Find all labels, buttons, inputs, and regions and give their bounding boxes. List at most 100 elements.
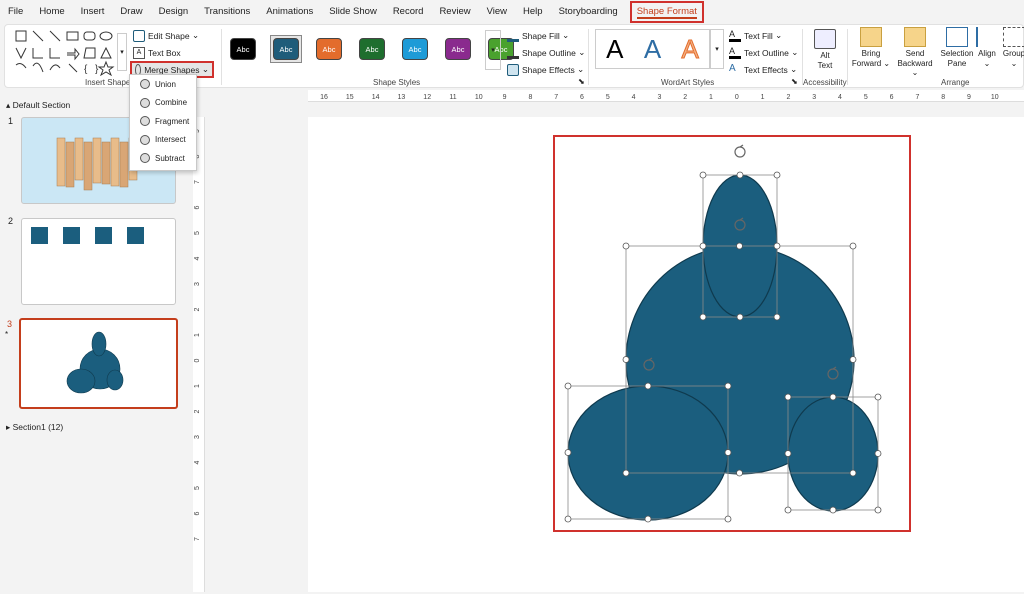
edit-shape-button[interactable]: Edit Shape ⌄ — [133, 27, 214, 44]
shape-style-2[interactable]: Abc — [270, 35, 302, 63]
resize-handle[interactable] — [784, 450, 792, 457]
resize-handle[interactable] — [564, 382, 572, 390]
menu-storyboarding[interactable]: Storyboarding — [551, 0, 626, 24]
left-ellipse[interactable] — [567, 385, 729, 521]
rotate-handle-top[interactable] — [734, 144, 746, 158]
resize-handle[interactable] — [644, 382, 652, 390]
shape-style-5[interactable]: Abc — [399, 35, 431, 63]
shape-style-1[interactable]: Abc — [227, 35, 259, 63]
shape-style-4[interactable]: Abc — [356, 35, 388, 63]
svg-text:}: } — [95, 64, 99, 75]
text-outline-button[interactable]: A Text Outline ⌄ — [729, 44, 798, 61]
menu-draw[interactable]: Draw — [112, 0, 150, 24]
resize-handle[interactable] — [829, 506, 837, 514]
ruler-tick: 15 — [346, 94, 354, 101]
resize-handle[interactable] — [622, 356, 630, 363]
resize-handle[interactable] — [564, 515, 572, 523]
shape-styles-launcher[interactable]: ⬊ — [578, 77, 585, 86]
resize-handle[interactable] — [699, 313, 707, 321]
bring-forward-button[interactable]: Bring Forward ⌄ — [851, 27, 891, 68]
wordart-launcher[interactable]: ⬊ — [791, 77, 798, 86]
resize-handle[interactable] — [736, 469, 743, 477]
wordart-black[interactable]: A — [606, 34, 623, 65]
shape-outline-button[interactable]: Shape Outline ⌄ — [507, 44, 585, 61]
shape-fill-button[interactable]: Shape Fill ⌄ — [507, 27, 585, 44]
text-effects-button[interactable]: A Text Effects ⌄ — [729, 61, 798, 78]
send-backward-button[interactable]: Send Backward ⌄ — [893, 27, 937, 78]
resize-handle[interactable] — [773, 171, 781, 179]
styles-more-button[interactable]: ▾ — [485, 30, 501, 70]
resize-handle[interactable] — [736, 313, 744, 321]
menu-slide-show[interactable]: Slide Show — [321, 0, 385, 24]
right-ellipse[interactable] — [787, 396, 879, 512]
menu-record[interactable]: Record — [385, 0, 432, 24]
slide-thumbnail-2[interactable] — [21, 218, 176, 305]
ruler-tick: 11 — [449, 94, 456, 101]
wordart-gallery[interactable]: A A A — [595, 29, 710, 69]
wordart-blue[interactable]: A — [644, 34, 661, 65]
resize-handle[interactable] — [829, 393, 837, 401]
resize-handle[interactable] — [699, 242, 707, 250]
shapes-gallery[interactable]: {} — [13, 28, 123, 77]
resize-handle[interactable] — [784, 506, 792, 514]
resize-handle[interactable] — [784, 393, 792, 401]
gallery-more-button[interactable]: ▾ — [117, 33, 127, 71]
menu-transitions[interactable]: Transitions — [196, 0, 258, 24]
menu-insert[interactable]: Insert — [73, 0, 113, 24]
wordart-orange[interactable]: A — [681, 33, 699, 65]
resize-handle[interactable] — [874, 506, 882, 514]
resize-handle[interactable] — [874, 393, 882, 401]
alt-text-button[interactable]: Alt Text — [811, 29, 839, 70]
default-section[interactable]: ▴ Default Section — [6, 100, 70, 111]
section1[interactable]: ▸ Section1 (12) — [6, 422, 63, 433]
menu-home[interactable]: Home — [31, 0, 72, 24]
shapes-gallery-icons[interactable]: {} — [13, 28, 123, 77]
menu-help[interactable]: Help — [515, 0, 551, 24]
resize-handle[interactable] — [724, 382, 732, 390]
resize-handle[interactable] — [724, 449, 732, 456]
resize-handle[interactable] — [622, 242, 630, 250]
menu-animations[interactable]: Animations — [258, 0, 321, 24]
menu-shape-format[interactable]: Shape Format — [629, 1, 704, 23]
resize-handle[interactable] — [736, 171, 744, 179]
slide-number-1: 1 — [8, 116, 14, 126]
group-button[interactable]: Group ⌄ — [1001, 27, 1024, 68]
ruler-tick: 7 — [915, 94, 919, 101]
selection-pane-button[interactable]: Selection Pane — [937, 27, 977, 68]
resize-handle[interactable] — [773, 242, 781, 250]
resize-handle[interactable] — [699, 171, 707, 179]
resize-handle[interactable] — [622, 469, 630, 477]
resize-handle[interactable] — [874, 450, 882, 457]
merge-subtract[interactable]: Subtract — [130, 149, 196, 168]
menu-design[interactable]: Design — [151, 0, 197, 24]
resize-handle[interactable] — [724, 515, 732, 523]
resize-handle[interactable] — [773, 313, 781, 321]
shape-style-swatch: Abc — [402, 38, 428, 60]
shape-style-6[interactable]: Abc — [442, 35, 474, 63]
merge-intersect[interactable]: Intersect — [130, 131, 196, 150]
shape-effects-button[interactable]: Shape Effects ⌄ — [507, 61, 585, 78]
resize-handle[interactable] — [849, 469, 857, 477]
merge-combine[interactable]: Combine — [130, 94, 196, 113]
resize-handle[interactable] — [849, 356, 857, 363]
shape-style-3[interactable]: Abc — [313, 35, 345, 63]
merge-fragment[interactable]: Fragment — [130, 112, 196, 131]
text-fill-button[interactable]: A Text Fill ⌄ — [729, 27, 798, 44]
menu-view[interactable]: View — [479, 0, 515, 24]
resize-handle[interactable] — [564, 449, 572, 456]
slide-canvas[interactable] — [308, 117, 1024, 592]
align-button[interactable]: Align ⌄ — [975, 27, 999, 68]
slide-thumbnail-3[interactable] — [19, 318, 178, 409]
menu-file[interactable]: File — [0, 0, 31, 24]
shape-styles-gallery[interactable]: Abc Abc Abc Abc Abc Abc Abc — [227, 35, 517, 63]
wordart-more-button[interactable]: ▾ — [710, 29, 724, 69]
menu-review[interactable]: Review — [431, 0, 478, 24]
send-backward-icon — [904, 27, 926, 47]
squares-preview — [31, 227, 144, 244]
resize-handle[interactable] — [849, 242, 857, 250]
slide-shapes — [553, 135, 911, 532]
merge-union[interactable]: Union — [130, 75, 196, 94]
resize-handle[interactable] — [644, 515, 652, 523]
resize-handle[interactable] — [736, 242, 743, 250]
text-box-button[interactable]: A Text Box — [133, 44, 214, 61]
